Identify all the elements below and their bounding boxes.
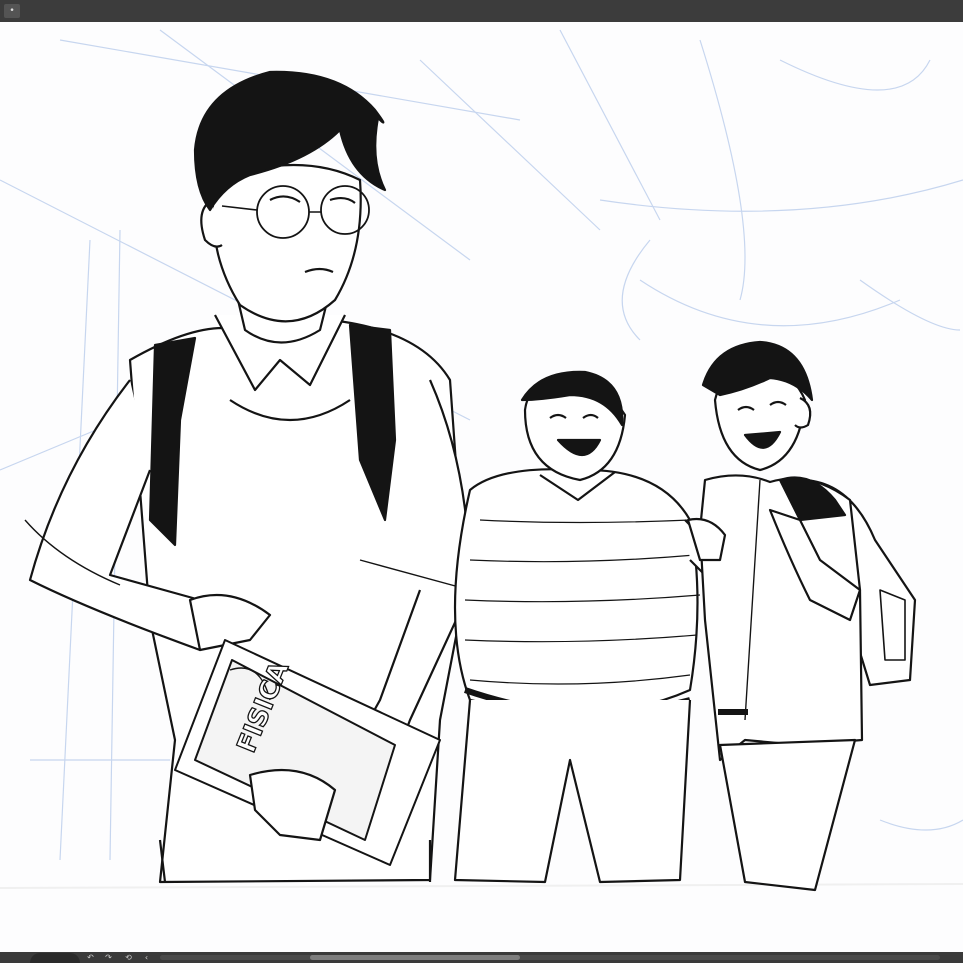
ground-line bbox=[0, 883, 963, 889]
artwork-svg: FISICA bbox=[0, 29, 963, 892]
collapse-icon[interactable]: ‹ bbox=[142, 953, 151, 962]
menu-dot-icon[interactable]: • bbox=[4, 4, 20, 18]
rotate-icon[interactable]: ⟲ bbox=[124, 953, 133, 962]
character-laughing-big-boy bbox=[453, 370, 724, 884]
undo-icon[interactable]: ↶ bbox=[86, 953, 95, 962]
scrollbar-thumb[interactable] bbox=[310, 955, 520, 960]
redo-icon[interactable]: ↷ bbox=[104, 953, 113, 962]
drawing-canvas[interactable]: FISICA bbox=[0, 22, 963, 952]
horizontal-scrollbar[interactable] bbox=[160, 955, 940, 960]
navigator-knob[interactable] bbox=[30, 953, 80, 963]
bottom-statusbar: ↶ ↷ ⟲ ‹ bbox=[0, 952, 963, 963]
top-toolbar: • bbox=[0, 0, 963, 22]
character-laughing-slim-boy bbox=[686, 340, 917, 892]
